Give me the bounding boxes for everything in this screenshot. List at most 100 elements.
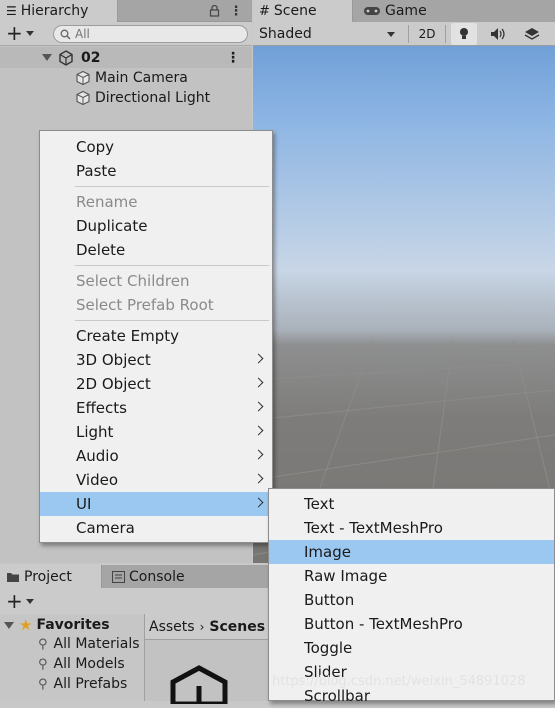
breadcrumb-scenes[interactable]: Scenes (209, 619, 265, 635)
audio-toggle-icon[interactable] (485, 23, 511, 45)
dropdown-caret-icon (25, 30, 34, 36)
list-icon: ☰ (6, 4, 17, 18)
tab-game-label: Game (385, 3, 427, 19)
scene-viewport[interactable] (253, 0, 555, 563)
menu-item-label: Button - TextMeshPro (304, 615, 463, 633)
more-options-icon[interactable]: ⋮ (227, 2, 245, 20)
menu-item-label: UI (76, 495, 92, 513)
assets-grid (145, 640, 270, 704)
dropdown-caret-icon (25, 598, 34, 604)
menu-item-label: Button (304, 591, 355, 609)
gamepad-icon (364, 7, 380, 15)
hierarchy-search[interactable] (53, 25, 248, 43)
tab-game[interactable]: Game (357, 0, 447, 22)
menu-item-label: Raw Image (304, 567, 388, 585)
project-create-button[interactable]: + (6, 591, 34, 611)
gameobject-cube-icon (76, 70, 90, 86)
folder-icon (7, 572, 19, 582)
menu-item-label: Text (304, 495, 335, 513)
scene-toolbar: Shaded 2D (253, 22, 555, 46)
menu-item-label: Copy (76, 138, 115, 156)
menu-item-2d-object[interactable]: 2D Object (40, 372, 272, 396)
submenu-item-text[interactable]: Text (269, 492, 554, 516)
console-icon (112, 570, 125, 583)
hierarchy-toolbar: + (0, 22, 252, 46)
submenu-arrow-icon (253, 353, 264, 364)
menu-item-label: 2D Object (76, 375, 151, 393)
tree-item-main-camera[interactable]: Main Camera (75, 68, 188, 88)
menu-item-effects[interactable]: Effects (40, 396, 272, 420)
menu-item-create-empty[interactable]: Create Empty (40, 324, 272, 348)
tab-scene[interactable]: # Scene (253, 0, 353, 22)
submenu-item-button-tmp[interactable]: Button - TextMeshPro (269, 612, 554, 636)
submenu-item-image[interactable]: Image (269, 540, 554, 564)
submenu-item-text-tmp[interactable]: Text - TextMeshPro (269, 516, 554, 540)
menu-item-audio[interactable]: Audio (40, 444, 272, 468)
search-icon: ⚲ (38, 656, 48, 672)
menu-item-label: Light (76, 423, 114, 441)
tab-project[interactable]: Project (0, 565, 102, 588)
menu-item-label: Toggle (304, 639, 353, 657)
tree-item-label: Main Camera (95, 70, 188, 86)
menu-item-video[interactable]: Video (40, 468, 272, 492)
menu-item-3d-object[interactable]: 3D Object (40, 348, 272, 372)
menu-item-label: Audio (76, 447, 119, 465)
menu-item-copy[interactable]: Copy (40, 135, 272, 159)
toggle-2d-button[interactable]: 2D (413, 23, 441, 45)
favorites-header[interactable]: ★ Favorites (4, 616, 110, 634)
menu-separator (75, 265, 269, 266)
breadcrumb-assets[interactable]: Assets (149, 619, 195, 635)
menu-item-delete[interactable]: Delete (40, 238, 272, 262)
unity-scene-asset-icon[interactable] (167, 664, 231, 704)
search-input[interactable] (75, 27, 225, 41)
favorite-item[interactable]: ⚲ All Models (38, 656, 125, 672)
unity-scene-icon (59, 49, 73, 66)
toolbar-divider (408, 25, 409, 43)
submenu-arrow-icon (253, 449, 264, 460)
scene-name: 02 (81, 49, 101, 66)
gameobject-cube-icon (76, 90, 90, 106)
favorite-item[interactable]: ⚲ All Materials (38, 636, 140, 652)
menu-item-label: Paste (76, 162, 117, 180)
menu-item-label: Scrollbar (304, 687, 370, 705)
submenu-arrow-icon (253, 401, 264, 412)
menu-separator (75, 320, 269, 321)
favorite-item-label: All Materials (53, 636, 140, 652)
tree-item-directional-light[interactable]: Directional Light (75, 88, 210, 108)
menu-item-duplicate[interactable]: Duplicate (40, 214, 272, 238)
menu-item-paste[interactable]: Paste (40, 159, 272, 183)
shading-mode-dropdown[interactable]: Shaded (253, 23, 405, 45)
expand-arrow-icon[interactable] (42, 54, 52, 61)
favorite-item[interactable]: ⚲ All Prefabs (38, 676, 127, 692)
favorites-column: ★ Favorites ⚲ All Materials ⚲ All Models… (0, 614, 145, 701)
create-button[interactable]: + (6, 23, 34, 43)
tab-console[interactable]: Console (106, 565, 206, 588)
menu-item-label: Duplicate (76, 217, 148, 235)
tab-console-label: Console (129, 568, 185, 585)
tab-hierarchy[interactable]: ☰ Hierarchy (0, 0, 118, 22)
dropdown-caret-icon (387, 31, 395, 37)
menu-item-label: Rename (76, 193, 138, 211)
menu-item-select-prefab-root: Select Prefab Root (40, 293, 272, 317)
menu-item-label: Text - TextMeshPro (304, 519, 443, 537)
hierarchy-tabbar: ☰ Hierarchy ⋮ (0, 0, 252, 22)
project-toolbar: + (0, 588, 270, 614)
submenu-item-toggle[interactable]: Toggle (269, 636, 554, 660)
expand-arrow-icon[interactable] (4, 621, 14, 629)
scene-root-row[interactable]: 02 ⋮ (0, 47, 252, 68)
menu-item-ui[interactable]: UI (40, 492, 272, 516)
submenu-arrow-icon (253, 473, 264, 484)
submenu-item-button[interactable]: Button (269, 588, 554, 612)
scene-menu-icon[interactable]: ⋮ (226, 50, 240, 66)
effects-toggle-icon[interactable] (519, 23, 545, 45)
menu-item-label: Image (304, 543, 351, 561)
menu-item-light[interactable]: Light (40, 420, 272, 444)
chevron-right-icon: › (199, 619, 205, 634)
lighting-toggle-icon[interactable] (451, 23, 477, 45)
scene-tabbar: # Scene Game (253, 0, 555, 22)
submenu-item-raw-image[interactable]: Raw Image (269, 564, 554, 588)
submenu-arrow-icon (253, 425, 264, 436)
star-icon: ★ (19, 616, 33, 634)
lock-icon[interactable] (205, 2, 223, 20)
menu-item-camera[interactable]: Camera (40, 516, 272, 540)
